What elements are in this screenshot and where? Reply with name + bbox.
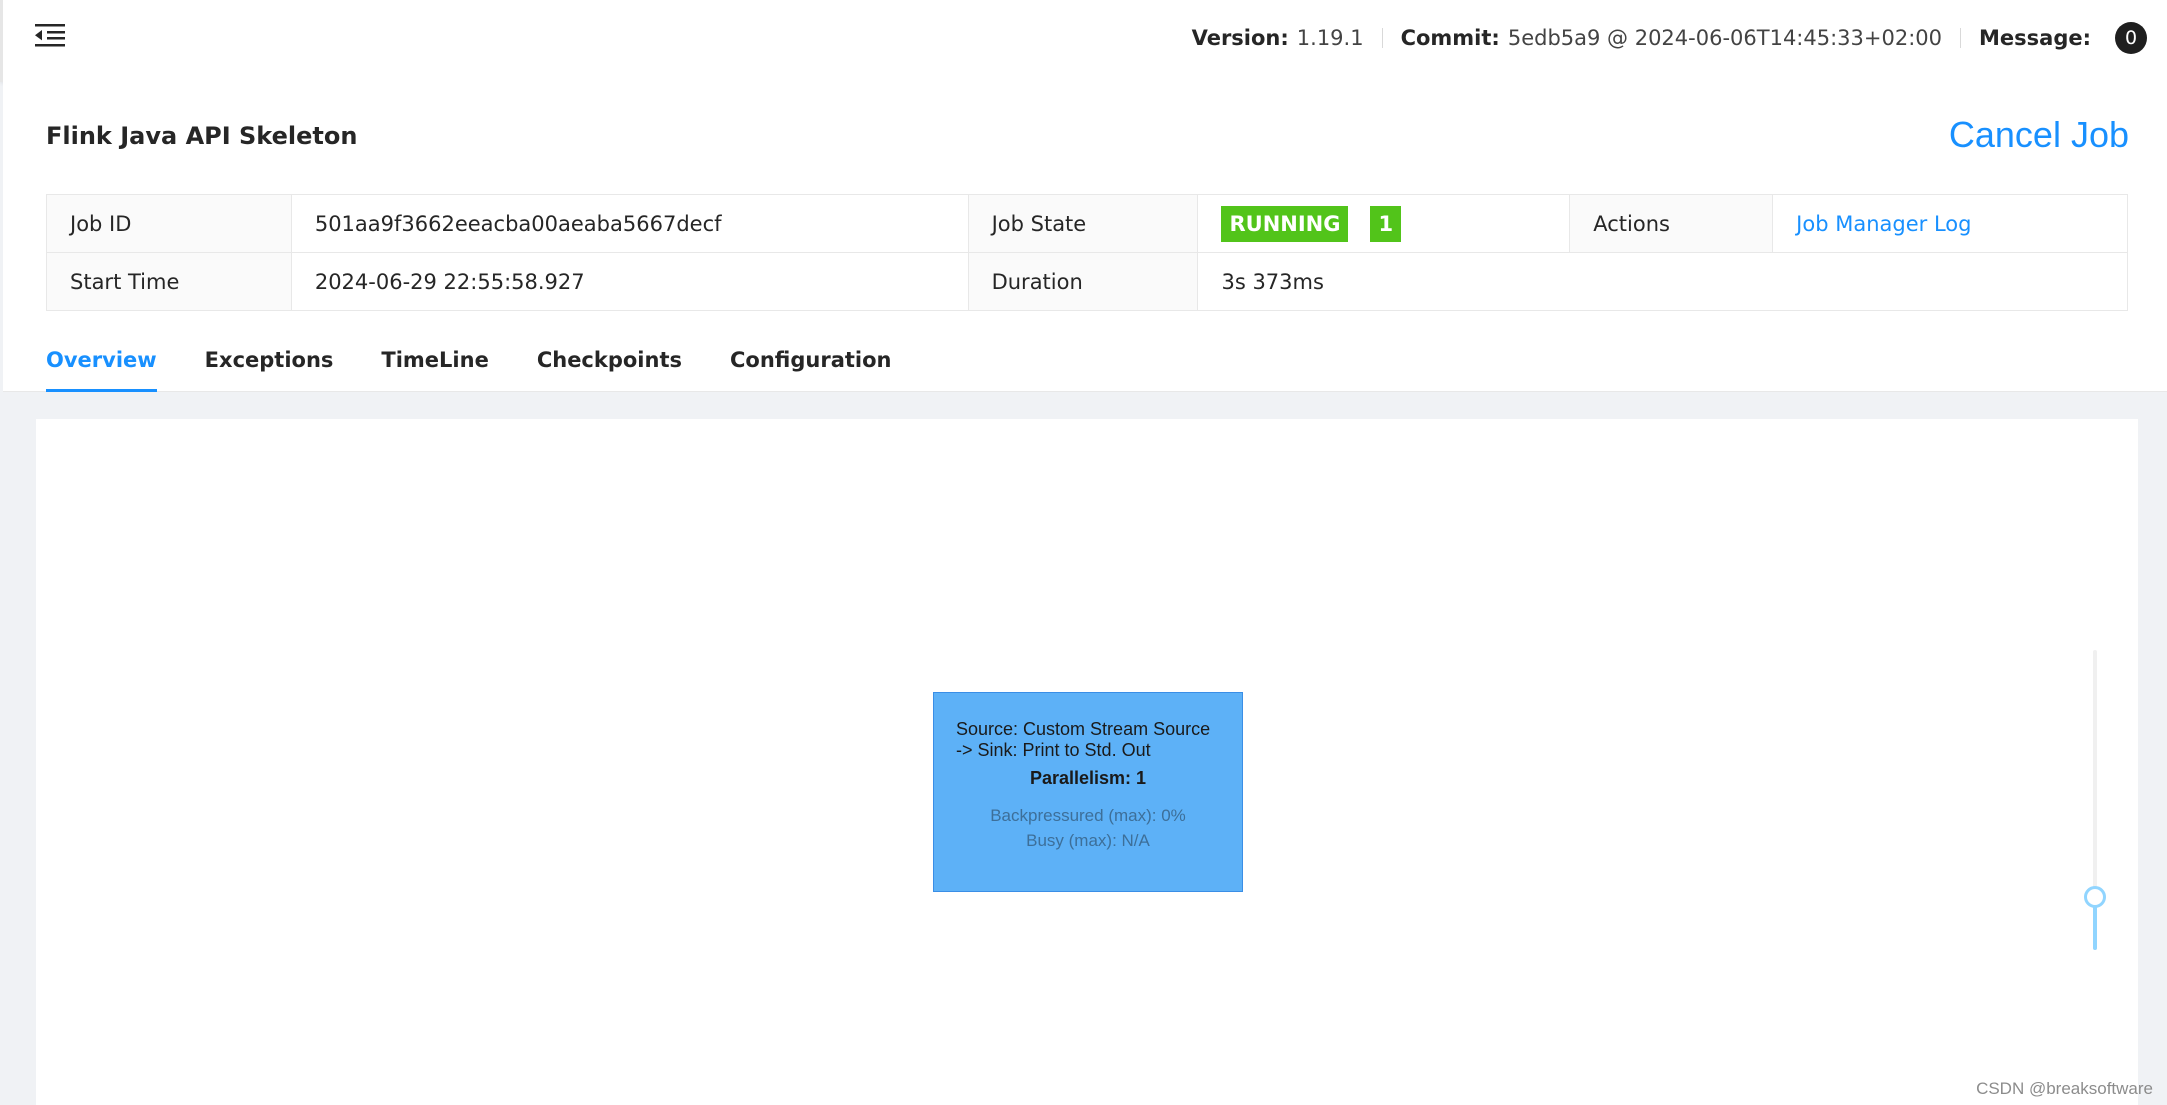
job-summary-panel: Flink Java API Skeleton Cancel Job Job I… [3, 82, 2167, 392]
actions-cell: Job Manager Log [1772, 194, 2128, 253]
tab-overview[interactable]: Overview [46, 340, 157, 392]
job-description-table: Job ID 501aa9f3662eeacba00aeaba5667decf … [46, 194, 2128, 311]
commit-label: Commit: [1400, 26, 1500, 50]
tab-configuration[interactable]: Configuration [730, 340, 891, 392]
version-label: Version: [1191, 26, 1289, 50]
tab-timeline[interactable]: TimeLine [381, 340, 488, 392]
start-time-value: 2024-06-29 22:55:58.927 [290, 252, 969, 311]
zoom-slider-handle[interactable] [2084, 886, 2106, 908]
job-vertex-node[interactable]: Source: Custom Stream Source -> Sink: Pr… [933, 692, 1243, 892]
header-info: Version: 1.19.1 Commit: 5edb5a9 @ 2024-0… [1192, 20, 2147, 56]
job-id-label: Job ID [46, 194, 292, 253]
job-tabs: Overview Exceptions TimeLine Checkpoints… [46, 340, 891, 392]
table-row: Start Time 2024-06-29 22:55:58.927 Durat… [46, 252, 2128, 311]
message-count-badge[interactable]: 0 [2115, 22, 2147, 54]
start-time-label: Start Time [46, 252, 292, 311]
node-backpressured: Backpressured (max): 0% [990, 806, 1186, 825]
duration-label: Duration [967, 252, 1199, 311]
cancel-job-button[interactable]: Cancel Job [1949, 114, 2129, 156]
divider [1381, 28, 1383, 48]
menu-fold-icon[interactable] [35, 22, 65, 48]
version-info: Version: 1.19.1 [1192, 26, 1364, 50]
commit-value: 5edb5a9 @ 2024-06-06T14:45:33+02:00 [1507, 26, 1943, 50]
duration-value: 3s 373ms [1197, 252, 2128, 311]
watermark: CSDN @breaksoftware [1976, 1079, 2153, 1098]
divider [1960, 28, 1962, 48]
node-name: Source: Custom Stream Source -> Sink: Pr… [956, 719, 1226, 761]
node-parallelism: Parallelism: 1 [1029, 768, 1147, 788]
commit-info: Commit: 5edb5a9 @ 2024-06-06T14:45:33+02… [1401, 26, 1942, 50]
top-header: Version: 1.19.1 Commit: 5edb5a9 @ 2024-0… [0, 0, 2167, 82]
tab-checkpoints[interactable]: Checkpoints [537, 340, 682, 392]
node-name-line: Source: Custom Stream Source [956, 719, 1211, 739]
job-graph-canvas[interactable]: Source: Custom Stream Source -> Sink: Pr… [36, 419, 2138, 1105]
node-busy: Busy (max): N/A [1026, 831, 1150, 850]
job-state-label: Job State [967, 194, 1199, 253]
message-label: Message: [1979, 26, 2091, 50]
job-manager-log-link[interactable]: Job Manager Log [1796, 212, 1971, 236]
tab-exceptions[interactable]: Exceptions [205, 340, 334, 392]
job-title: Flink Java API Skeleton [46, 122, 358, 150]
job-state-badge: RUNNING [1221, 205, 1349, 242]
actions-label: Actions [1569, 194, 1774, 253]
message-info[interactable]: Message: 0 [1979, 22, 2147, 54]
node-name-line: -> Sink: Print to Std. Out [956, 740, 1151, 760]
job-state-cell: RUNNING 1 [1197, 194, 1571, 253]
task-count-badge: 1 [1370, 205, 1402, 242]
table-row: Job ID 501aa9f3662eeacba00aeaba5667decf … [46, 194, 2128, 253]
job-id-value: 501aa9f3662eeacba00aeaba5667decf [290, 194, 969, 253]
version-value: 1.19.1 [1296, 26, 1364, 50]
